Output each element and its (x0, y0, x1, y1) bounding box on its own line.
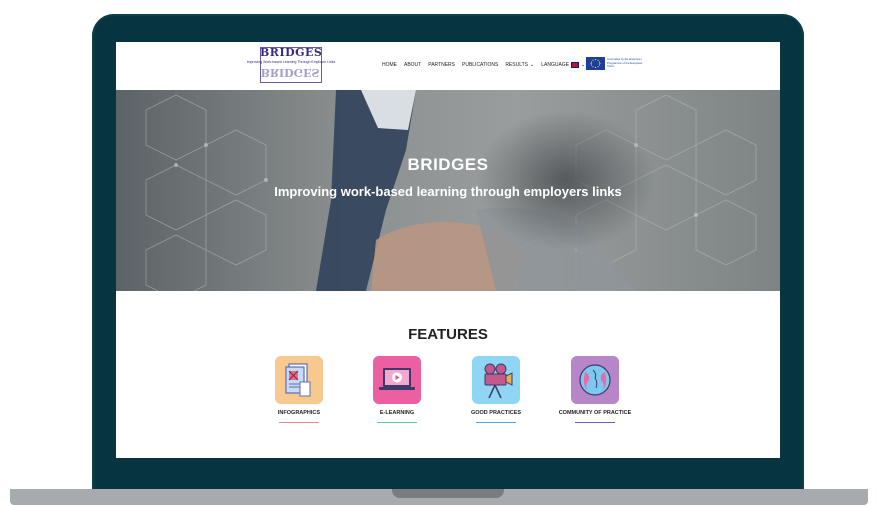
logo-reflection: BRIDGES (260, 66, 320, 79)
eu-cofunded-text: Co-funded by the Erasmus+ Programme of t… (607, 57, 643, 69)
main-nav: HOME ABOUT PARTNERS PUBLICATIONS RESULTS… (382, 62, 585, 68)
globe-heads-icon (571, 356, 619, 404)
feature-label: COMMUNITY OF PRACTICE (558, 410, 632, 416)
website-screen: BRIDGES Improving Work-based Learning Th… (116, 42, 780, 458)
bridges-logo[interactable]: BRIDGES Improving Work-based Learning Th… (246, 46, 336, 84)
nav-home[interactable]: HOME (382, 62, 397, 68)
site-header: BRIDGES Improving Work-based Learning Th… (116, 42, 780, 90)
nav-publications[interactable]: PUBLICATIONS (462, 62, 498, 68)
feature-label: INFOGRAPHICS (277, 410, 321, 416)
camera-icon (472, 356, 520, 404)
nav-about-label: ABOUT (404, 62, 422, 68)
infographics-icon (275, 356, 323, 404)
feature-label: GOOD PRACTICES (470, 410, 522, 416)
eu-flag-icon (586, 57, 605, 70)
nav-partners[interactable]: PARTNERS (428, 62, 455, 68)
nav-publications-label: PUBLICATIONS (462, 62, 499, 68)
nav-results[interactable]: RESULTS ⌄ (505, 62, 534, 68)
laptop-video-icon (373, 356, 421, 404)
logo-word: BRIDGES (260, 46, 323, 59)
uk-flag-icon (571, 62, 580, 68)
hero-subtitle: Improving work-based learning through em… (274, 184, 622, 199)
feature-label: E-LEARNING (379, 410, 415, 416)
nav-language-label: LANGUAGE (541, 62, 570, 68)
nav-partners-label: PARTNERS (428, 62, 455, 68)
feature-underline (279, 422, 319, 423)
chevron-down-icon: ⌄ (581, 62, 586, 68)
laptop-notch (392, 489, 504, 498)
feature-underline (476, 422, 516, 423)
feature-underline (575, 422, 615, 423)
hero-banner: BRIDGES Improving work-based learning th… (116, 90, 780, 291)
feature-underline (377, 422, 417, 423)
nav-about[interactable]: ABOUT (404, 62, 421, 68)
eu-cofunded-badge: Co-funded by the Erasmus+ Programme of t… (586, 57, 648, 72)
nav-language[interactable]: LANGUAGE ⌄ (541, 62, 585, 68)
hero-title: BRIDGES (407, 155, 489, 174)
logo-tagline: Improving Work-based Learning Through Em… (246, 60, 336, 64)
features-heading: FEATURES (408, 326, 488, 343)
nav-results-label: RESULTS (505, 62, 529, 68)
chevron-down-icon: ⌄ (530, 62, 535, 68)
nav-home-label: HOME (382, 62, 397, 68)
